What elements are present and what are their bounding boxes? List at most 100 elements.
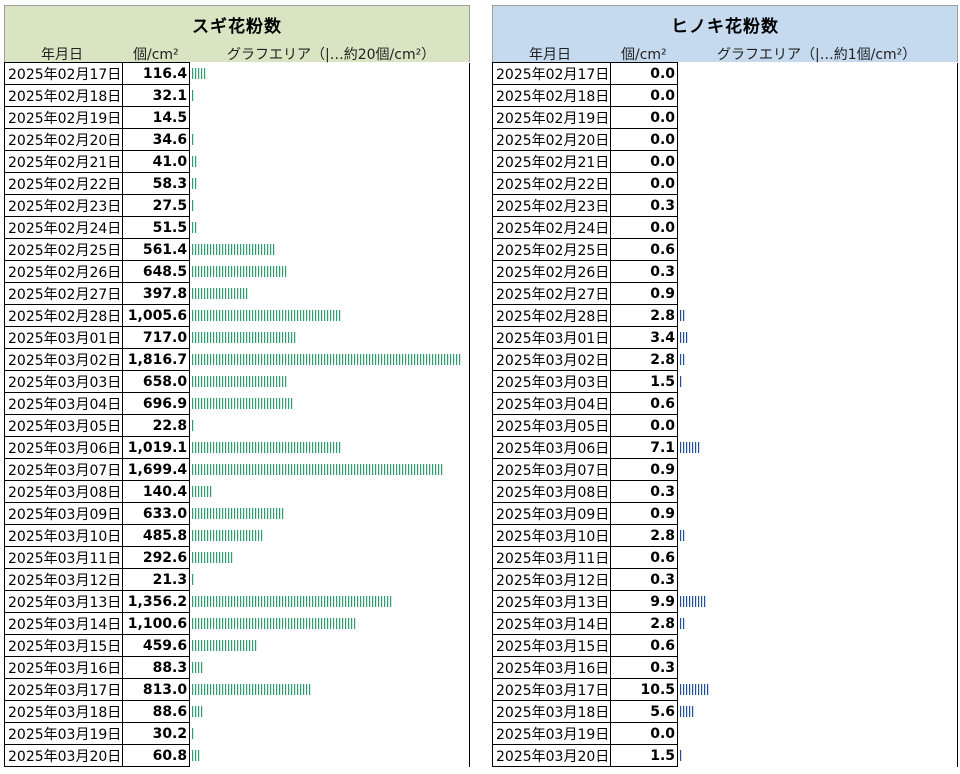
sugi-bar-tick: [198, 442, 200, 453]
sugi-bar-tick: [240, 618, 242, 629]
sugi-bar-tick: [324, 596, 326, 607]
sugi-bar-tick: [225, 244, 227, 255]
sugi-date-column-header: 年月日: [41, 47, 83, 63]
sugi-bar-tick: [213, 398, 215, 409]
sugi-row: 2025年03月07日 1,699.4: [4, 458, 470, 481]
sugi-bar-tick: [279, 464, 281, 475]
sugi-bar-tick: [258, 508, 260, 519]
sugi-bar-tick: [225, 508, 227, 519]
sugi-graph-cell: [189, 106, 470, 129]
sugi-bar-tick: [267, 332, 269, 343]
sugi-bar-tick: [291, 354, 293, 365]
sugi-bar-tick: [195, 178, 197, 189]
sugi-bar-tick: [240, 354, 242, 365]
hinoki-value-cell: 0.6: [609, 546, 679, 569]
sugi-row: 2025年03月03日 658.0: [4, 370, 470, 393]
sugi-bar-tick: [258, 310, 260, 321]
sugi-bar-tick: [306, 684, 308, 695]
sugi-bar-tick: [216, 398, 218, 409]
sugi-bar-tick: [207, 640, 209, 651]
sugi-graph-cell: [189, 84, 470, 107]
sugi-bar-tick: [222, 618, 224, 629]
sugi-bar-tick: [330, 310, 332, 321]
sugi-bar-tick: [222, 354, 224, 365]
sugi-bar-tick: [219, 266, 221, 277]
sugi-bar-tick: [255, 530, 257, 541]
hinoki-bar-svg: [680, 376, 682, 387]
sugi-bar-tick: [291, 596, 293, 607]
sugi-bar-tick: [375, 596, 377, 607]
sugi-bar-tick: [204, 398, 206, 409]
sugi-bar-tick: [234, 596, 236, 607]
sugi-bar-tick: [420, 464, 422, 475]
sugi-bar-svg: [192, 552, 233, 563]
sugi-bar-tick: [210, 618, 212, 629]
sugi-bar-tick: [198, 750, 200, 761]
sugi-bar-tick: [210, 354, 212, 365]
sugi-bar-tick: [435, 354, 437, 365]
sugi-bar-tick: [192, 706, 194, 717]
sugi-row: 2025年03月20日 60.8: [4, 744, 470, 767]
sugi-bar-tick: [360, 354, 362, 365]
sugi-bar-tick: [327, 442, 329, 453]
sugi-bar-tick: [267, 618, 269, 629]
sugi-bar-tick: [414, 464, 416, 475]
hinoki-bar-tick: [701, 596, 703, 607]
hinoki-bar-svg: [680, 618, 685, 629]
sugi-bar-tick: [330, 464, 332, 475]
hinoki-bar-tick: [680, 750, 682, 761]
hinoki-row: 2025年03月16日 0.3: [492, 656, 958, 679]
sugi-bar-tick: [237, 530, 239, 541]
hinoki-date-cell: 2025年02月18日: [492, 84, 611, 107]
sugi-bar-tick: [246, 376, 248, 387]
sugi-bar-tick: [342, 596, 344, 607]
sugi-bar-tick: [249, 640, 251, 651]
sugi-bar-tick: [429, 354, 431, 365]
hinoki-graph-cell: [677, 172, 958, 195]
sugi-bar-tick: [372, 596, 374, 607]
sugi-bar-tick: [216, 266, 218, 277]
sugi-bar-tick: [270, 310, 272, 321]
hinoki-value-cell: 0.0: [609, 128, 679, 151]
sugi-bar-tick: [261, 530, 263, 541]
sugi-bar-svg: [192, 200, 194, 211]
sugi-bar-svg: [192, 508, 284, 519]
sugi-graph-cell: [189, 436, 470, 459]
sugi-bar-tick: [354, 464, 356, 475]
sugi-bar-tick: [279, 442, 281, 453]
hinoki-graph-column-header: グラフエリア（|…約1個/cm²）: [717, 47, 917, 63]
sugi-bar-tick: [216, 684, 218, 695]
sugi-bar-tick: [435, 464, 437, 475]
sugi-date-cell: 2025年02月22日: [4, 172, 123, 195]
sugi-bar-tick: [222, 684, 224, 695]
sugi-bar-tick: [225, 376, 227, 387]
sugi-date-cell: 2025年03月15日: [4, 634, 123, 657]
hinoki-date-cell: 2025年03月16日: [492, 656, 611, 679]
sugi-bar-tick: [282, 266, 284, 277]
sugi-bar-tick: [255, 508, 257, 519]
sugi-bar-svg: [192, 728, 194, 739]
sugi-bar-tick: [267, 464, 269, 475]
hinoki-bar-tick: [689, 684, 691, 695]
sugi-bar-tick: [345, 464, 347, 475]
sugi-bar-tick: [312, 442, 314, 453]
sugi-value-cell: 60.8: [121, 744, 191, 767]
hinoki-date-cell: 2025年03月05日: [492, 414, 611, 437]
sugi-row: 2025年03月18日 88.6: [4, 700, 470, 723]
sugi-bar-tick: [318, 464, 320, 475]
sugi-bar-tick: [255, 596, 257, 607]
hinoki-row: 2025年03月06日 7.1: [492, 436, 958, 459]
sugi-bar-tick: [264, 508, 266, 519]
sugi-bar-tick: [243, 310, 245, 321]
sugi-graph-cell: [189, 722, 470, 745]
sugi-bar-tick: [291, 398, 293, 409]
sugi-bar-tick: [396, 464, 398, 475]
sugi-bar-tick: [267, 596, 269, 607]
hinoki-graph-cell: [677, 216, 958, 239]
hinoki-date-cell: 2025年02月17日: [492, 62, 611, 85]
sugi-bar-tick: [201, 596, 203, 607]
sugi-bar-tick: [228, 684, 230, 695]
sugi-bar-tick: [279, 684, 281, 695]
sugi-bar-tick: [225, 310, 227, 321]
sugi-bar-tick: [228, 310, 230, 321]
